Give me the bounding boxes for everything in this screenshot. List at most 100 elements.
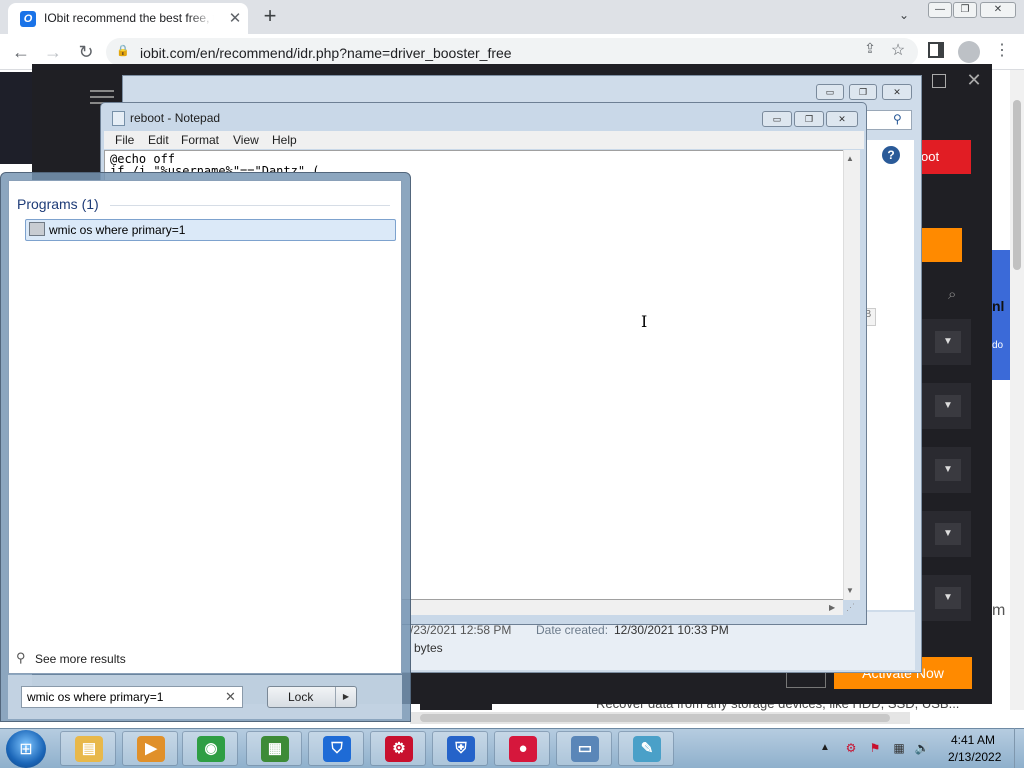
notepad-maximize-button[interactable]: ❐ — [794, 111, 824, 127]
magnifier-icon: ⚲ — [16, 650, 26, 665]
start-menu-results — [8, 180, 402, 674]
browser-tab[interactable]: O IObit recommend the best free, f ✕ — [8, 3, 248, 34]
browser-menu-icon[interactable]: ⋮ — [994, 42, 1010, 60]
see-more-results-link[interactable]: See more results — [35, 652, 126, 666]
app-list-row[interactable]: ▼ — [921, 319, 971, 365]
driver-booster-tray-icon[interactable]: ⚙ — [843, 740, 859, 756]
clock-date[interactable]: 2/13/2022 — [948, 750, 1001, 764]
forward-arrow-icon[interactable]: → — [41, 40, 65, 64]
page-banner-text: nl — [992, 298, 1005, 314]
tab-close-icon[interactable]: ✕ — [226, 10, 244, 28]
taskbar-driver-booster-button[interactable]: ⚙ — [370, 731, 426, 766]
page-banner-subtext: do — [992, 340, 1004, 351]
tab-search-icon[interactable]: ⌄ — [894, 8, 914, 26]
vpn-icon: ⛨ — [447, 736, 475, 762]
menu-view[interactable]: View — [233, 133, 259, 147]
dropdown-arrow-icon[interactable]: ▼ — [935, 523, 961, 545]
date-modified-value: /23/2021 12:58 PM — [410, 623, 512, 637]
help-icon[interactable]: ? — [882, 146, 900, 164]
notepad-minimize-button[interactable]: ▭ — [762, 111, 792, 127]
side-panel-icon[interactable] — [928, 42, 944, 58]
start-search-value[interactable]: wmic os where primary=1 — [27, 690, 163, 704]
show-hidden-icons[interactable]: ▲ — [820, 742, 830, 753]
taskbar-media-player-button[interactable]: ▶ — [122, 731, 178, 766]
taskbar-avg-button[interactable]: ▦ — [246, 731, 302, 766]
address-bar[interactable]: 🔒 iobit.com/en/recommend/idr.php?name=dr… — [106, 38, 918, 66]
taskbar-shield-app-button[interactable]: ⛉ — [308, 731, 364, 766]
app-list-row[interactable]: ▼ — [921, 447, 971, 493]
page-blue-banner — [992, 250, 1010, 380]
lock-button-label[interactable]: Lock — [288, 690, 313, 704]
network-tray-icon[interactable]: ▦ — [891, 740, 907, 756]
explorer-icon: ▤ — [75, 736, 103, 762]
date-created-value: 12/30/2021 10:33 PM — [614, 623, 729, 637]
resize-grip-icon[interactable]: ⋰ — [846, 602, 858, 614]
browser-close-button[interactable]: ✕ — [980, 2, 1016, 18]
scroll-down-icon[interactable]: ▼ — [846, 586, 854, 595]
shield-app-icon: ⛉ — [323, 736, 351, 762]
page-horizontal-thumb[interactable] — [420, 714, 890, 722]
driver-booster-icon: ⚙ — [385, 736, 413, 762]
lock-options-arrow-icon[interactable]: ▶ — [335, 687, 356, 707]
text-cursor-icon: I — [641, 312, 648, 331]
taskbar-notepad-window-button[interactable]: ▭ — [556, 731, 612, 766]
taskbar-vpn-button[interactable]: ⛨ — [432, 731, 488, 766]
dropdown-arrow-icon[interactable]: ▼ — [935, 331, 961, 353]
program-result-label[interactable]: wmic os where primary=1 — [49, 223, 185, 237]
app-list-row[interactable]: ▼ — [921, 511, 971, 557]
menu-file[interactable]: File — [115, 133, 134, 147]
browser-minimize-button[interactable]: — — [928, 2, 952, 18]
reboot-button[interactable]: oot — [921, 140, 971, 174]
taskbar-notepad-button[interactable]: ✎ — [618, 731, 674, 766]
taskbar-chrome-button[interactable]: ◉ — [182, 731, 238, 766]
back-arrow-icon[interactable]: ← — [9, 40, 33, 64]
dropdown-arrow-icon[interactable]: ▼ — [935, 587, 961, 609]
notepad-horizontal-scrollbar[interactable] — [410, 600, 843, 615]
flag-tray-icon[interactable]: ⚑ — [867, 740, 883, 756]
scroll-up-icon[interactable]: ▲ — [846, 154, 854, 163]
file-size-value: bytes — [414, 641, 443, 655]
app-list-row[interactable]: ▼ — [921, 575, 971, 621]
chrome-icon: ◉ — [197, 736, 225, 762]
taskbar-explorer-button[interactable]: ▤ — [60, 731, 116, 766]
explorer-content-pane — [866, 140, 914, 610]
taskbar-screen-recorder-button[interactable]: ● — [494, 731, 550, 766]
explorer-search-input[interactable] — [866, 110, 912, 130]
search-icon[interactable]: ⚲ — [893, 112, 902, 126]
bookmark-star-icon[interactable]: ☆ — [888, 40, 908, 60]
page-dark-banner — [0, 72, 34, 164]
show-desktop-button[interactable] — [1014, 728, 1024, 768]
url-text: iobit.com/en/recommend/idr.php?name=driv… — [140, 45, 512, 61]
dropdown-arrow-icon[interactable]: ▼ — [935, 459, 961, 481]
notepad-title: reboot - Notepad — [130, 111, 221, 125]
app-close-icon[interactable]: ✕ — [964, 70, 984, 90]
profile-avatar-icon[interactable] — [958, 41, 980, 63]
notepad-close-button[interactable]: ✕ — [826, 111, 858, 127]
dropdown-arrow-icon[interactable]: ▼ — [935, 395, 961, 417]
clear-search-icon[interactable]: ✕ — [225, 689, 236, 705]
app-list-row[interactable]: ▼ — [921, 383, 971, 429]
explorer-close-button[interactable]: ✕ — [882, 84, 912, 100]
explorer-maximize-button[interactable]: ❐ — [849, 84, 877, 100]
volume-tray-icon[interactable]: 🔊 — [914, 740, 930, 756]
lock-icon[interactable]: 🔒 — [116, 44, 130, 60]
app-maximize-icon[interactable] — [932, 74, 946, 88]
menu-help[interactable]: Help — [272, 133, 297, 147]
browser-restore-button[interactable]: ❐ — [953, 2, 977, 18]
notepad-vertical-scrollbar[interactable] — [843, 150, 860, 600]
scroll-right-icon[interactable]: ▶ — [829, 603, 835, 612]
explorer-minimize-button[interactable]: ▭ — [816, 84, 844, 100]
app-orange-button[interactable] — [921, 228, 962, 262]
reload-icon[interactable]: ↻ — [74, 40, 98, 64]
new-tab-button[interactable]: + — [258, 5, 282, 29]
app-search-icon[interactable]: ⌕ — [948, 286, 966, 304]
share-icon[interactable]: ⇪ — [860, 40, 880, 60]
avg-icon: ▦ — [261, 736, 289, 762]
programs-heading: Programs (1) — [17, 196, 99, 212]
clock-time[interactable]: 4:41 AM — [951, 733, 995, 747]
notepad-icon — [112, 111, 125, 126]
page-scrollbar-thumb[interactable] — [1013, 100, 1021, 270]
windows-logo-icon: ⊞ — [19, 741, 33, 758]
menu-format[interactable]: Format — [181, 133, 219, 147]
menu-edit[interactable]: Edit — [148, 133, 169, 147]
